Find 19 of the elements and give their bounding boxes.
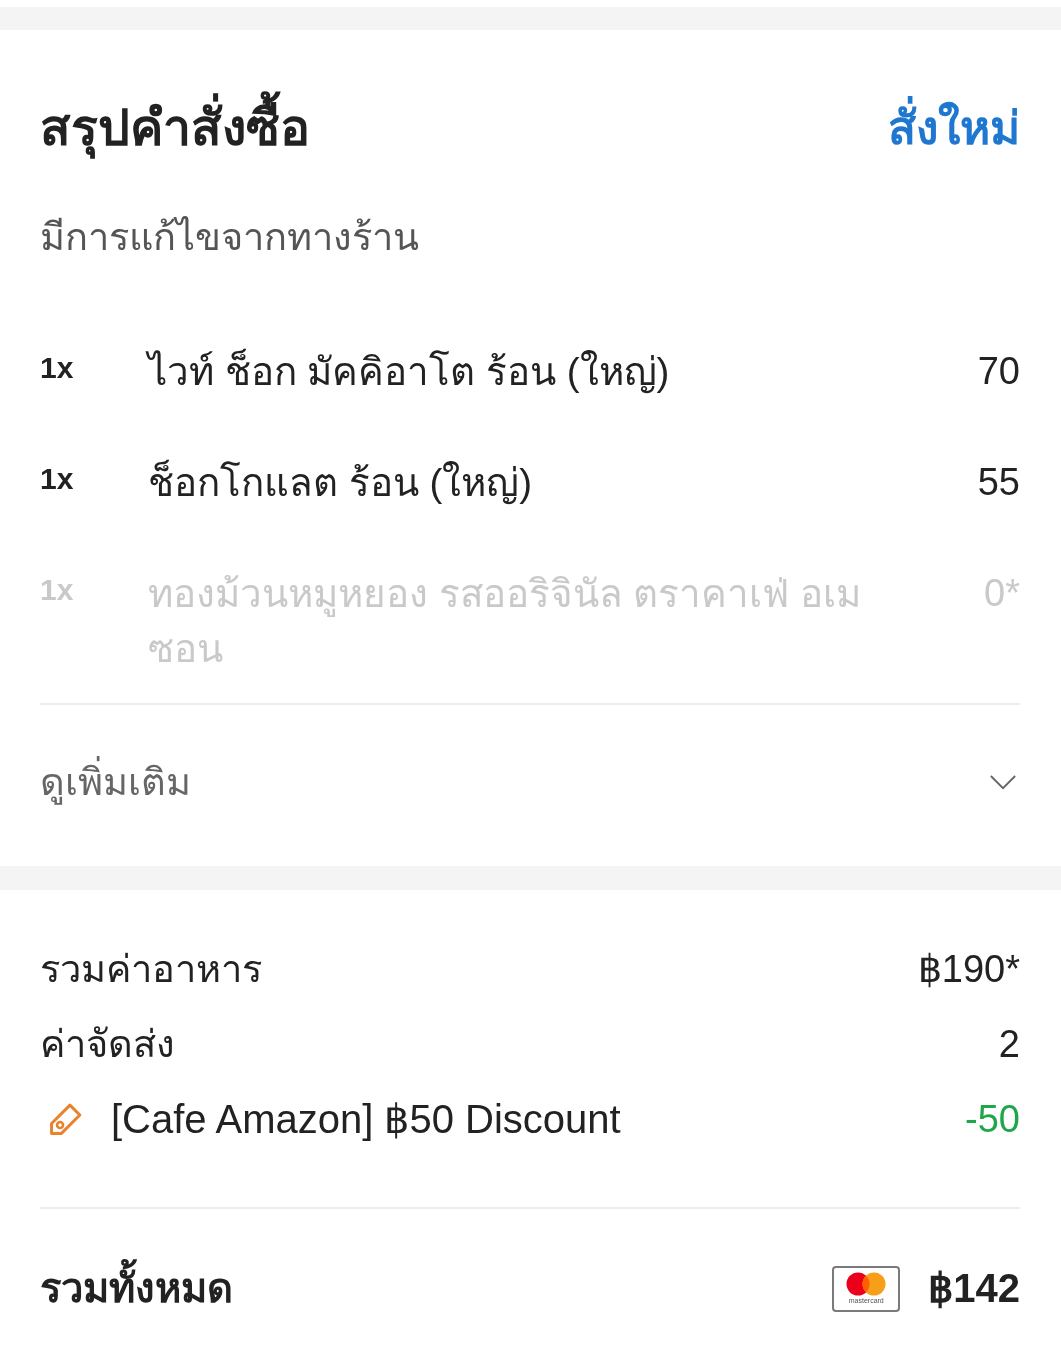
reorder-link[interactable]: สั่งใหม่ <box>888 88 1020 168</box>
card-circles-icon <box>846 1272 887 1296</box>
chevron-down-icon[interactable] <box>989 774 1017 791</box>
discount-amount: -50 <box>965 1097 1020 1142</box>
see-more-link[interactable]: ดูเพิ่มเติม <box>40 755 191 810</box>
order-summary-title: สรุปคำสั่งซื้อ <box>40 88 310 168</box>
total-line-label: ค่าจัดส่ง <box>40 1022 175 1067</box>
discount-label: [Cafe Amazon] ฿50 Discount <box>111 1096 621 1143</box>
item-price: 55 <box>976 460 1020 505</box>
item-price: 70 <box>976 349 1020 394</box>
grand-total-amount: ฿142 <box>928 1265 1020 1312</box>
total-line-amount: ฿190* <box>917 947 1020 992</box>
item-quantity: 1x <box>40 350 75 386</box>
item-quantity: 1x <box>40 461 75 497</box>
order-notice: มีการแก้ไขจากทางร้าน <box>40 215 419 260</box>
total-line-label: รวมค่าอาหาร <box>40 947 262 992</box>
grand-total-label: รวมทั้งหมด <box>40 1255 233 1322</box>
total-line-amount: 2 <box>998 1022 1020 1067</box>
item-name: ช็อกโกแลต ร้อน (ใหญ่) <box>148 458 534 507</box>
